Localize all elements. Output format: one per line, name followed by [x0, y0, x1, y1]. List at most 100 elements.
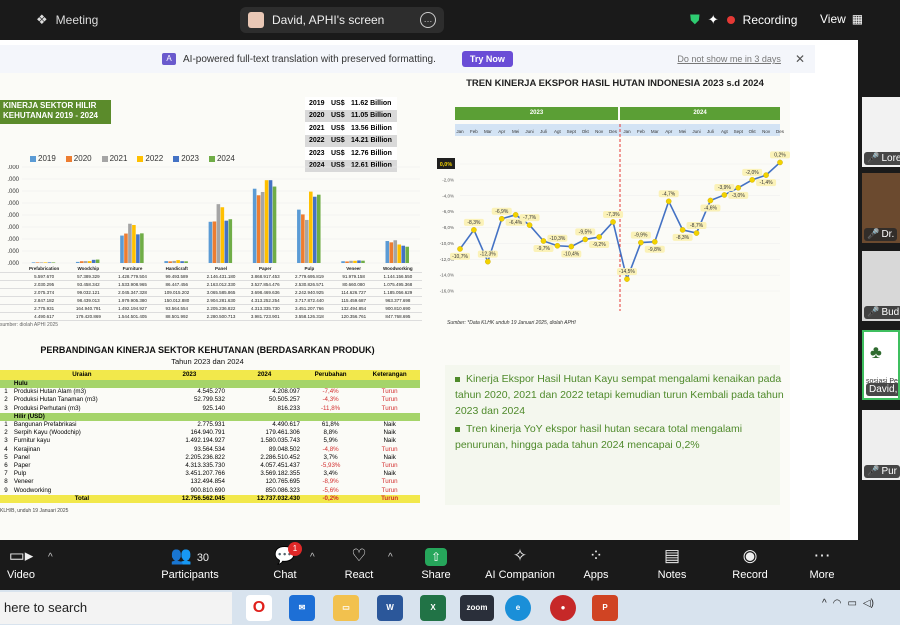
record-dot-icon	[726, 16, 735, 24]
mail-icon[interactable]: ✉	[289, 595, 315, 621]
data-point	[471, 227, 477, 233]
record-button[interactable]: ◉ Record	[715, 545, 785, 589]
month-label: Okt	[582, 129, 590, 134]
participant-tile[interactable]: 🎤 Bud	[862, 251, 900, 321]
row-name: Woodworking	[13, 486, 52, 494]
notes-button[interactable]: ▤ Notes	[637, 545, 707, 589]
word-icon[interactable]: W	[377, 595, 403, 621]
participant-tile[interactable]: 🎤 Lore	[862, 97, 900, 167]
value-2024: 120.765.695	[265, 478, 300, 486]
data-label: -3,0%	[732, 193, 746, 199]
bar	[83, 261, 88, 263]
participant-name: David,	[866, 383, 898, 396]
legend-item: 2019	[30, 154, 56, 163]
participant-tile[interactable]: 🎤 Dr.	[862, 173, 900, 243]
ai-companion-button[interactable]: ✧ AI Companion	[480, 545, 560, 589]
month-label: Jan	[456, 129, 464, 134]
participants-button[interactable]: 👥 30 Participants	[155, 545, 225, 589]
battery-icon[interactable]: ▭	[847, 598, 856, 609]
table-cell: Woodchip	[77, 266, 100, 271]
chat-options-chevron-icon[interactable]: ^	[310, 552, 315, 563]
left-source-note: sumber: diolah APHI 2025	[0, 322, 59, 328]
value-2023: 925.140	[202, 404, 225, 412]
y-tick-label: .000	[7, 189, 19, 195]
dont-show-link[interactable]: Do not show me in 3 days	[677, 54, 781, 64]
month-label: Apr	[665, 129, 673, 134]
participant-tile[interactable]: 🎤 Pur	[862, 410, 900, 480]
y-tick-label: .000	[7, 165, 19, 171]
bar	[168, 261, 172, 263]
edge-icon[interactable]: e	[505, 595, 531, 621]
mic-muted-icon: 🎤	[867, 229, 880, 240]
bullet-icon	[455, 376, 460, 382]
bar	[260, 191, 265, 263]
bar	[212, 221, 217, 263]
screen-share-pill[interactable]: David, APHI's screen …	[240, 7, 444, 33]
bar	[39, 262, 44, 263]
table-cell: 150.012.880	[164, 298, 190, 303]
react-button[interactable]: ♡ React	[324, 545, 394, 589]
close-icon[interactable]: ✕	[795, 52, 805, 66]
bar	[397, 244, 402, 263]
bar	[272, 186, 277, 263]
participant-tile-active[interactable]: ♣ sosiasi Pe David,	[862, 330, 900, 400]
legend-swatch	[101, 155, 108, 162]
y-tick-label: -8,0%	[442, 225, 454, 230]
bar	[393, 240, 398, 263]
more-options-icon[interactable]: …	[420, 12, 436, 28]
value-2024: 2.286.510.452	[260, 453, 300, 461]
table-row: 6 Paper 4.313.335.730 4.057.451.437 -5,93% Tu…	[0, 462, 420, 470]
screen-recorder-icon[interactable]: ●	[550, 595, 576, 621]
value-2024: 179.461.306	[265, 429, 300, 437]
meeting-info-button[interactable]: ❖ Meeting	[36, 8, 98, 32]
file-explorer-icon[interactable]: ▭	[333, 595, 359, 621]
table-row: 5 Panel 2.205.236.822 2.286.510.452 3,7% Naik	[0, 454, 420, 462]
wifi-icon[interactable]: ◠	[833, 598, 842, 609]
value-2024: 1.580.035.743	[260, 437, 300, 445]
react-options-chevron-icon[interactable]: ^	[388, 552, 393, 563]
more-button[interactable]: ⋯ More	[787, 545, 857, 589]
legend-label: 2023	[181, 154, 199, 163]
video-options-chevron-icon[interactable]: ^	[48, 552, 53, 563]
table-row: 2.775.931 164.940.791 1.492.194.927 93.564.…	[0, 305, 422, 313]
table-cell: Prefabrication	[28, 266, 60, 271]
legend-item: 2024	[208, 154, 235, 163]
comparison-table: Uraian 2023 2024 Perubahan Keterangan Hulu 1 Pr…	[0, 370, 420, 503]
value-2024: 4.208.097	[272, 388, 300, 396]
record-icon: ◉	[742, 546, 758, 565]
left-title-line2: KEHUTANAN 2019 - 2024	[3, 111, 98, 120]
legend-label: 2019	[38, 154, 56, 163]
table-cell: Pulp	[304, 266, 315, 271]
data-point	[512, 212, 519, 218]
bar	[43, 262, 48, 263]
row-name: Paper	[13, 461, 31, 469]
excel-icon[interactable]: X	[420, 595, 446, 621]
participant-name-text: David,	[869, 384, 898, 395]
recording-indicator[interactable]: ⛊ ✦ Recording	[690, 8, 797, 32]
total-change: -0,2%	[301, 494, 360, 503]
mic-muted-icon: 🎤	[867, 307, 880, 318]
volume-icon[interactable]: ◁)	[863, 598, 874, 609]
month-label: Juni	[692, 129, 700, 134]
try-now-button[interactable]: Try Now	[461, 51, 513, 67]
month-label: Apr	[498, 129, 506, 134]
table-cell: 4.313.335.730	[250, 306, 280, 311]
apps-button[interactable]: ⁘ Apps	[561, 545, 631, 589]
table-cell: 2.280.500.713	[206, 314, 236, 319]
taskbar-search-box[interactable]: here to search	[0, 592, 232, 624]
view-button[interactable]: View ▦	[820, 8, 863, 30]
table-row: 2.847.182 98.439.013 1.979.905.380 150.012.…	[0, 297, 422, 305]
share-button[interactable]: ⇧ Share	[401, 545, 471, 589]
table-cell: 3.558.126.318	[295, 314, 324, 319]
opera-icon[interactable]: O	[246, 595, 272, 621]
chevron-up-icon[interactable]: ^	[822, 598, 827, 609]
system-tray: ^ ◠ ▭ ◁)	[822, 598, 874, 609]
row-number: 8	[4, 478, 8, 486]
sharer-avatar	[248, 12, 264, 28]
table-cell: 80.660.080	[342, 282, 365, 287]
powerpoint-icon[interactable]: P	[592, 595, 618, 621]
translation-banner: A AI-powered full-text translation with …	[0, 45, 815, 73]
zoom-app-icon[interactable]: zoom	[460, 595, 494, 621]
data-label: -8,7%	[690, 223, 704, 229]
data-label: -7,7%	[523, 215, 537, 221]
